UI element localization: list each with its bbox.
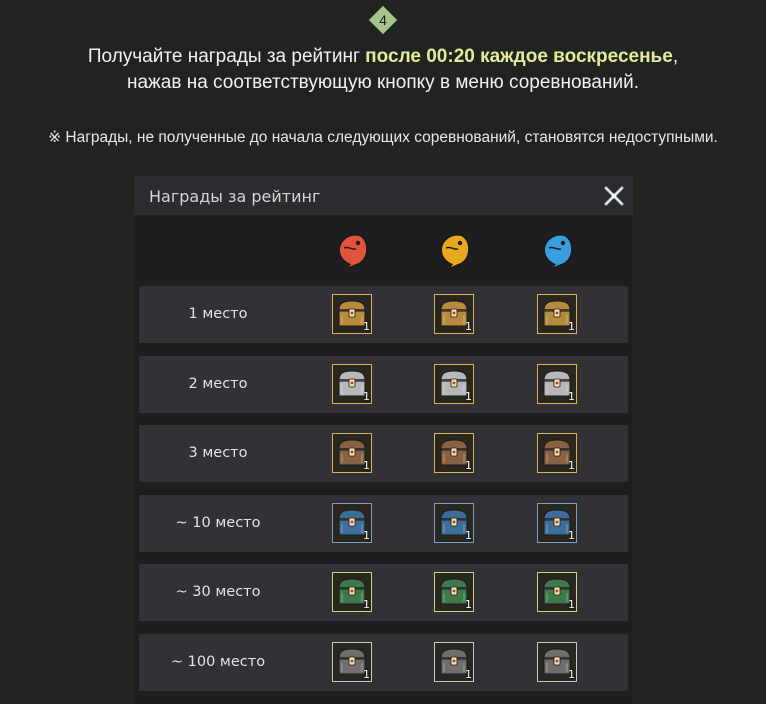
rank-label: 2 место	[188, 376, 248, 392]
item-quantity: 1	[568, 529, 575, 542]
reward-row: 1 место 1 1 1	[139, 286, 628, 343]
rank-label: ~ 100 место	[170, 654, 266, 670]
item-quantity: 1	[363, 390, 370, 403]
rank-label: 3 место	[188, 445, 248, 461]
red-fish-icon	[330, 228, 374, 272]
item-quantity: 1	[363, 529, 370, 542]
blue-chest-icon[interactable]: 1	[434, 503, 474, 543]
column-headers	[139, 228, 628, 282]
gold-chest-icon[interactable]: 1	[434, 294, 474, 334]
blue-chest-icon[interactable]: 1	[537, 503, 577, 543]
blue-chest-icon[interactable]: 1	[332, 503, 372, 543]
item-quantity: 1	[568, 668, 575, 681]
headline-text: Получайте награды за рейтинг	[87, 46, 366, 67]
reward-row: 2 место 1 1 1	[139, 356, 628, 413]
note-text: ※ Награды, не полученные до начала следу…	[48, 129, 718, 146]
step-number: 4	[379, 12, 387, 28]
gray-chest-icon[interactable]: 1	[434, 642, 474, 682]
item-quantity: 1	[363, 459, 370, 472]
item-quantity: 1	[465, 598, 472, 611]
rank-label: ~ 30 место	[175, 584, 261, 600]
item-quantity: 1	[568, 390, 575, 403]
bronze-chest-icon[interactable]: 1	[434, 433, 474, 473]
headline: Получайте награды за рейтинг после 00:20…	[0, 44, 766, 96]
item-quantity: 1	[363, 668, 370, 681]
item-quantity: 1	[465, 668, 472, 681]
gray-chest-icon[interactable]: 1	[537, 642, 577, 682]
reward-row: ~ 10 место 1 1 1	[139, 495, 628, 552]
step-badge: 4	[368, 5, 398, 35]
headline-line2: нажав на соответствующую кнопку в меню с…	[127, 72, 639, 93]
reward-row: ~ 30 место 1 1 1	[139, 564, 628, 621]
silver-chest-icon[interactable]: 1	[434, 364, 474, 404]
rank-label: ~ 10 место	[175, 515, 261, 531]
close-button[interactable]	[603, 185, 625, 207]
gold-fish-icon	[432, 228, 476, 272]
item-quantity: 1	[568, 598, 575, 611]
panel-title: Награды за рейтинг	[149, 187, 321, 206]
rating-rewards-panel: Награды за рейтинг 1 место 1 1 1 2 место 1 1 1 3…	[134, 176, 633, 704]
headline-comma: ,	[672, 46, 679, 67]
item-quantity: 1	[363, 598, 370, 611]
headline-highlight: после 00:20 каждое воскресенье	[365, 46, 673, 67]
gold-chest-icon[interactable]: 1	[332, 294, 372, 334]
item-quantity: 1	[465, 459, 472, 472]
silver-chest-icon[interactable]: 1	[537, 364, 577, 404]
item-quantity: 1	[465, 320, 472, 333]
rank-label: 1 место	[188, 306, 248, 322]
blue-fish-icon	[535, 228, 579, 272]
gray-chest-icon[interactable]: 1	[332, 642, 372, 682]
item-quantity: 1	[363, 320, 370, 333]
silver-chest-icon[interactable]: 1	[332, 364, 372, 404]
bronze-chest-icon[interactable]: 1	[332, 433, 372, 473]
item-quantity: 1	[568, 320, 575, 333]
bronze-chest-icon[interactable]: 1	[537, 433, 577, 473]
gold-chest-icon[interactable]: 1	[537, 294, 577, 334]
green-chest-icon[interactable]: 1	[434, 572, 474, 612]
green-chest-icon[interactable]: 1	[332, 572, 372, 612]
item-quantity: 1	[568, 459, 575, 472]
item-quantity: 1	[465, 529, 472, 542]
reward-row: ~ 100 место 1 1 1	[139, 634, 628, 691]
green-chest-icon[interactable]: 1	[537, 572, 577, 612]
item-quantity: 1	[465, 390, 472, 403]
panel-header: Награды за рейтинг	[134, 176, 633, 215]
close-icon	[604, 186, 624, 206]
reward-row: 3 место 1 1 1	[139, 425, 628, 482]
